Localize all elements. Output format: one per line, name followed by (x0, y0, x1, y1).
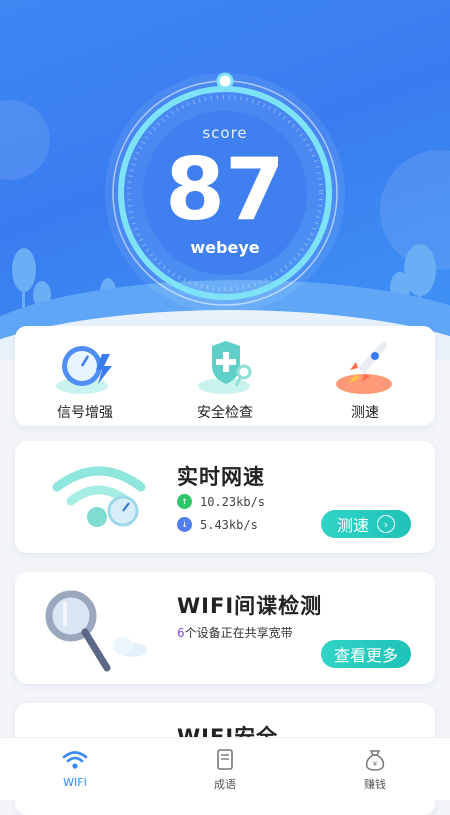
speed-test-button[interactable]: 测速 › (321, 510, 411, 538)
wifi-icon (62, 751, 88, 769)
card-title: WIFI间谍检测 (177, 594, 323, 618)
speedometer-lightning-icon (56, 346, 112, 394)
tool-label: 安全检查 (197, 405, 253, 421)
tool-label: 信号增强 (57, 405, 113, 421)
card-title: 实时网速 (177, 465, 265, 489)
tab-label: WIFI (63, 776, 87, 789)
tools-card: 信号增强 安全检查 测速 (15, 326, 435, 426)
upload-speed: ↑ 10.23kb/s (177, 494, 265, 509)
tool-security-check[interactable]: 安全检查 (155, 326, 295, 426)
shared-devices-label: 个设备正在共享宽带 (184, 626, 293, 640)
money-bag-icon: ¥ (365, 750, 385, 771)
brand-label: webeye (190, 238, 260, 257)
shield-plus-icon (198, 341, 252, 394)
tool-signal-boost[interactable]: 信号增强 (15, 326, 155, 426)
arrow-up-icon: ↑ (177, 494, 192, 509)
tool-label: 测速 (351, 405, 379, 421)
arrow-down-icon: ↓ (177, 517, 192, 532)
shared-devices-text: 6个设备正在共享宽带 (177, 624, 293, 641)
tab-idioms[interactable]: 成语 (150, 738, 300, 800)
svg-text:¥: ¥ (373, 760, 378, 768)
button-label: 测速 (336, 516, 369, 535)
tab-label: 成语 (214, 778, 236, 791)
tab-wifi[interactable]: WIFI (0, 738, 150, 800)
wifi-spy-detection-card[interactable]: WIFI间谍检测 6个设备正在共享宽带 查看更多 (15, 572, 435, 684)
score-header: score 87 webeye (0, 0, 450, 360)
upload-speed-value: 10.23kb/s (200, 494, 266, 509)
realtime-speed-card[interactable]: 实时网速 ↑ 10.23kb/s ↓ 5.43kb/s 测速 › (15, 441, 435, 553)
download-speed-value: 5.43kb/s (200, 517, 258, 532)
button-label: 查看更多 (333, 646, 398, 665)
bottom-tab-bar: WIFI 成语 ¥ 赚钱 (0, 737, 450, 800)
download-speed: ↓ 5.43kb/s (177, 517, 258, 532)
wifi-speedometer-icon (52, 466, 146, 527)
tool-speed-test[interactable]: 测速 (295, 326, 435, 426)
score-value: 87 (165, 140, 285, 240)
tab-earn[interactable]: ¥ 赚钱 (300, 738, 450, 800)
rocket-icon (336, 341, 392, 394)
tab-label: 赚钱 (364, 778, 386, 791)
chevron-right-icon: › (377, 515, 395, 533)
magnifier-icon (45, 590, 147, 672)
book-icon (217, 749, 233, 770)
device-count: 6 (177, 626, 185, 640)
view-more-button[interactable]: 查看更多 (321, 640, 411, 668)
